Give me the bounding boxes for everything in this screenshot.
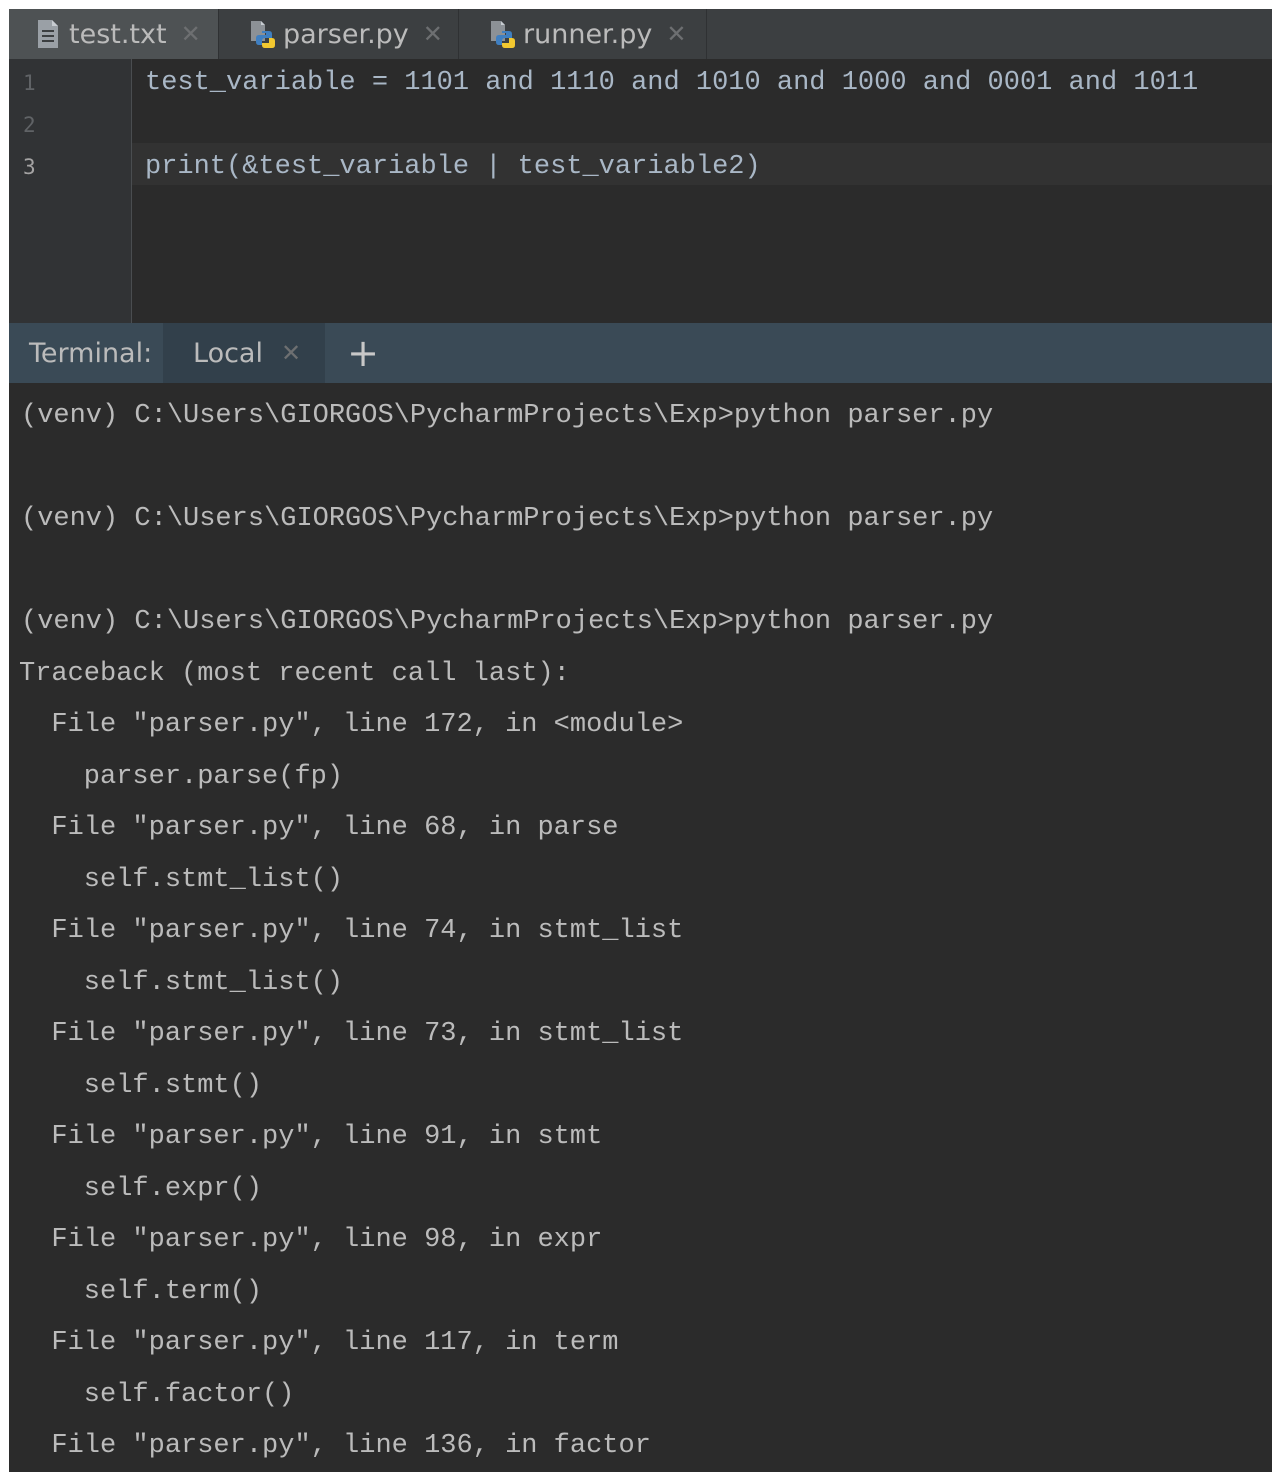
terminal-header: Terminal: Local ✕ + (9, 323, 1272, 383)
terminal-line: self.expr() (19, 1174, 263, 1204)
tab-label: parser.py (283, 18, 409, 50)
terminal-line: (venv) C:\Users\GIORGOS\PycharmProjects\… (21, 504, 994, 534)
terminal-line: File "parser.py", line 172, in <module> (19, 710, 684, 740)
terminal-label: Terminal: (29, 337, 153, 369)
close-icon[interactable]: ✕ (423, 20, 443, 48)
close-icon[interactable]: ✕ (281, 339, 301, 367)
ide-window: test.txt ✕ parser.py ✕ runner.py ✕ 1 2 3… (9, 9, 1272, 1472)
terminal-line: self.term() (19, 1277, 263, 1307)
close-icon[interactable]: ✕ (666, 20, 686, 48)
editor-tab-bar: test.txt ✕ parser.py ✕ runner.py ✕ (9, 9, 1272, 60)
add-terminal-button[interactable]: + (347, 334, 379, 372)
terminal-line: File "parser.py", line 74, in stmt_list (19, 916, 684, 946)
terminal-line: File "parser.py", line 98, in expr (19, 1225, 603, 1255)
terminal-line: File "parser.py", line 91, in stmt (19, 1122, 603, 1152)
terminal-line: parser.parse(fp) (19, 762, 344, 792)
tab-parser-py[interactable]: parser.py ✕ (219, 9, 459, 59)
terminal-line: self.factor() (19, 1380, 295, 1410)
terminal-line: File "parser.py", line 136, in factor (19, 1431, 651, 1461)
terminal-line: File "parser.py", line 117, in term (19, 1328, 619, 1358)
tab-runner-py[interactable]: runner.py ✕ (459, 9, 707, 59)
tab-label: runner.py (523, 18, 653, 50)
tab-test-txt[interactable]: test.txt ✕ (9, 9, 219, 59)
terminal-output[interactable]: (venv) C:\Users\GIORGOS\PycharmProjects\… (9, 383, 1272, 1472)
terminal-line: self.stmt_list() (19, 865, 344, 895)
code-line: test_variable = 1101 and 1110 and 1010 a… (145, 68, 1199, 98)
line-number: 1 (23, 71, 36, 95)
text-file-icon (38, 20, 58, 48)
line-number: 3 (23, 155, 36, 179)
line-number: 2 (23, 113, 36, 137)
code-line: print(&test_variable | test_variable2) (145, 152, 761, 182)
python-file-icon (251, 21, 275, 48)
terminal-line: (venv) C:\Users\GIORGOS\PycharmProjects\… (21, 607, 994, 637)
close-icon[interactable]: ✕ (181, 20, 201, 48)
terminal-line: Traceback (most recent call last): (19, 659, 570, 689)
terminal-tab-label: Local (193, 337, 263, 369)
terminal-tab-local[interactable]: Local ✕ (163, 323, 326, 383)
terminal-line: File "parser.py", line 73, in stmt_list (19, 1019, 684, 1049)
line-number-gutter: 1 2 3 (9, 59, 132, 323)
terminal-line: File "parser.py", line 68, in parse (19, 813, 619, 843)
code-editor[interactable]: 1 2 3 test_variable = 1101 and 1110 and … (9, 59, 1272, 323)
terminal-line: (venv) C:\Users\GIORGOS\PycharmProjects\… (21, 401, 994, 431)
terminal-line: self.stmt_list() (19, 968, 344, 998)
tab-label: test.txt (69, 18, 167, 50)
terminal-line: self.stmt() (19, 1071, 263, 1101)
python-file-icon (491, 21, 515, 48)
